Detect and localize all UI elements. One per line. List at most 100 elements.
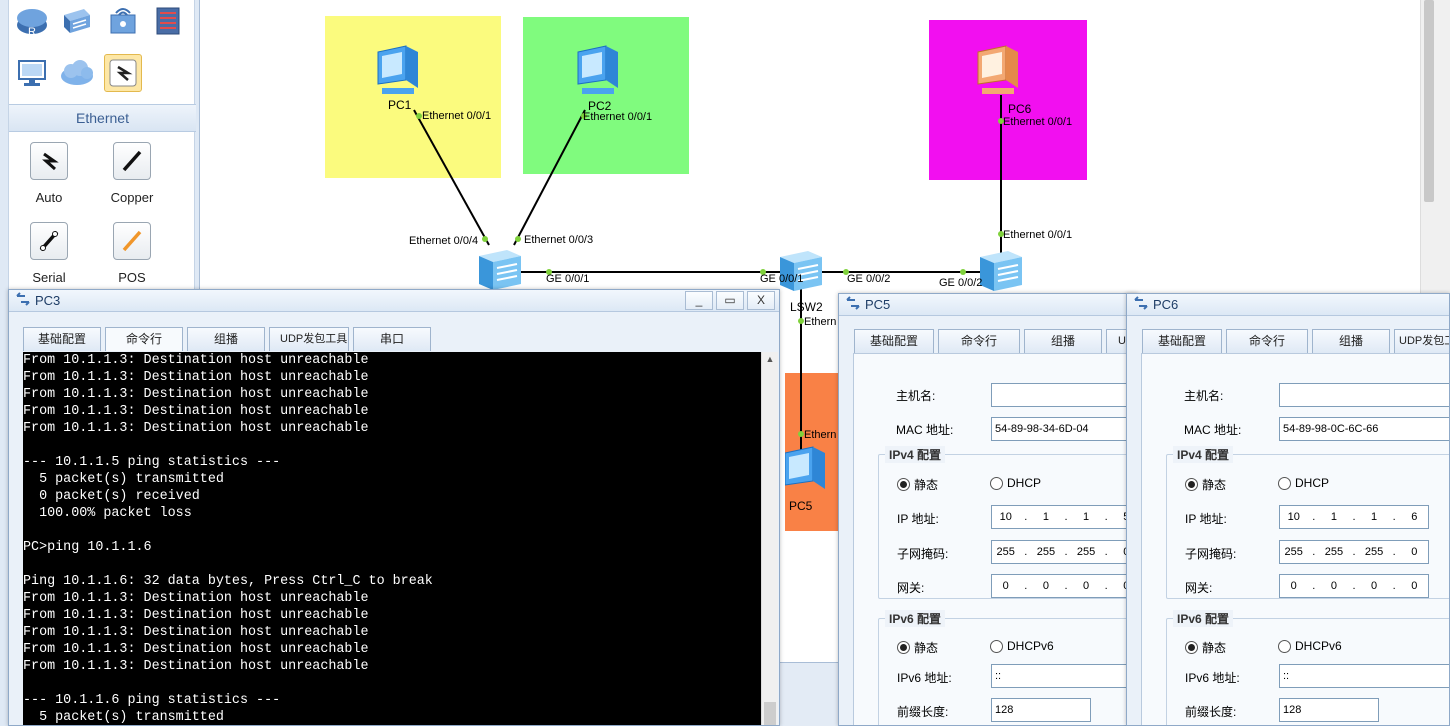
- dhcpv6-radio[interactable]: DHCPv6: [990, 639, 1054, 653]
- pc1-label: PC1: [388, 98, 412, 112]
- terminal-line: --- 10.1.1.6 ping statistics ---: [23, 693, 281, 708]
- ipv6-label: IPv6 地址:: [1185, 671, 1240, 685]
- ip-input[interactable]: 10. 1. 1. 6: [1279, 505, 1429, 529]
- cable-serial[interactable]: Serial: [14, 222, 84, 285]
- terminal-line: Ping 10.1.1.6: 32 data bytes, Press Ctrl…: [23, 574, 433, 589]
- switch-lsw1[interactable]: [477, 250, 523, 293]
- pc2-device[interactable]: [572, 44, 624, 101]
- radio-selected-icon: [1185, 641, 1198, 654]
- static-radio[interactable]: 静态: [1185, 476, 1226, 493]
- dhcpv6-radio[interactable]: DHCPv6: [1278, 639, 1342, 653]
- auto-cable-icon[interactable]: [30, 142, 68, 180]
- tab-udp-tool[interactable]: UDP发包工具: [269, 327, 349, 351]
- canvas-scrollbar[interactable]: [1420, 0, 1450, 300]
- terminal-output[interactable]: From 10.1.1.3: Destination host unreacha…: [23, 352, 761, 725]
- dhcpv6-label: DHCPv6: [1295, 639, 1342, 653]
- ipv6-input[interactable]: ::: [1279, 664, 1449, 688]
- terminal-line: --- 10.1.1.5 ping statistics ---: [23, 455, 281, 470]
- hostname-input[interactable]: [991, 383, 1137, 407]
- static6-radio[interactable]: 静态: [1185, 639, 1226, 656]
- radio-selected-icon: [897, 641, 910, 654]
- maximize-button[interactable]: ▭: [716, 291, 744, 310]
- tab-command-line[interactable]: 命令行: [1226, 329, 1308, 353]
- terminal-scrollbar[interactable]: ▲: [761, 352, 778, 725]
- scroll-thumb[interactable]: [764, 702, 776, 725]
- pc3-window[interactable]: PC3 _ ▭ X 基础配置 命令行 组播 UDP发包工具 串口 From 10…: [8, 289, 780, 726]
- tab-serial[interactable]: 串口: [353, 327, 431, 351]
- tab-command-line[interactable]: 命令行: [938, 329, 1020, 353]
- wireless-icon[interactable]: [104, 2, 142, 40]
- terminal-line: From 10.1.1.3: Destination host unreacha…: [23, 421, 369, 436]
- mask-input[interactable]: 255.255.255.0: [991, 540, 1137, 564]
- cable-pos[interactable]: POS: [97, 222, 167, 285]
- pc1-device[interactable]: [372, 44, 424, 101]
- dhcp-radio[interactable]: DHCP: [1278, 476, 1329, 490]
- switch-icon: [780, 251, 822, 291]
- pc6-label: PC6: [1008, 102, 1032, 116]
- minimize-button[interactable]: _: [685, 291, 713, 310]
- router-icon[interactable]: R: [13, 2, 51, 40]
- ipv6-input[interactable]: ::: [991, 664, 1137, 688]
- pc6-titlebar[interactable]: PC6: [1127, 294, 1449, 316]
- tab-command-line[interactable]: 命令行: [105, 327, 183, 351]
- tab-udp-tool[interactable]: UDP发包工: [1394, 329, 1449, 353]
- pc5-label: PC5: [789, 499, 813, 513]
- pc5-titlebar[interactable]: PC5: [839, 294, 1137, 316]
- cloud-icon[interactable]: [58, 54, 96, 92]
- serial-cable-icon[interactable]: [30, 222, 68, 260]
- static-radio[interactable]: 静态: [897, 476, 938, 493]
- terminal-line: From 10.1.1.3: Destination host unreacha…: [23, 625, 369, 640]
- mask-input[interactable]: 255.255.255.0: [1279, 540, 1429, 564]
- ip-input[interactable]: 10.1.1.5: [991, 505, 1137, 529]
- cable-auto[interactable]: Auto: [14, 142, 84, 205]
- terminal-line: 100.00% packet loss: [23, 506, 192, 521]
- pc6-window[interactable]: PC6 基础配置 命令行 组播 UDP发包工 主机名: MAC 地址: 54-8…: [1126, 293, 1450, 726]
- gateway-input[interactable]: 0.0.0.0: [1279, 574, 1429, 598]
- pc3-titlebar[interactable]: PC3: [9, 290, 779, 312]
- cable-copper[interactable]: Copper: [97, 142, 167, 205]
- tab-multicast[interactable]: 组播: [1312, 329, 1390, 353]
- tab-basic-config[interactable]: 基础配置: [23, 327, 101, 351]
- ipv6-title: IPv6 配置: [885, 610, 946, 627]
- mac-input[interactable]: 54-89-98-34-6D-04: [991, 417, 1137, 441]
- static6-radio[interactable]: 静态: [897, 639, 938, 656]
- prefix-input[interactable]: 128: [991, 698, 1091, 722]
- port-label: GE 0/0/2: [939, 277, 983, 289]
- ipv6-title: IPv6 配置: [1173, 610, 1234, 627]
- port-label: Ethernet 0/0/3: [524, 234, 594, 246]
- copper-cable-icon[interactable]: [113, 142, 151, 180]
- app-icon: [1133, 296, 1149, 313]
- ip-label: IP 地址:: [1185, 512, 1227, 526]
- mask-label: 子网掩码:: [1185, 547, 1237, 561]
- switch-icon[interactable]: [58, 2, 96, 40]
- switch-lsw3[interactable]: [978, 251, 1024, 294]
- tab-basic-config[interactable]: 基础配置: [854, 329, 934, 353]
- device-palette: R Ethernet Auto Copper Serial POS: [8, 0, 196, 300]
- close-button[interactable]: X: [747, 291, 775, 310]
- scroll-thumb[interactable]: [1424, 0, 1434, 202]
- dhcp-radio[interactable]: DHCP: [990, 476, 1041, 490]
- cable-label: POS: [118, 270, 146, 285]
- hostname-input[interactable]: [1279, 383, 1449, 407]
- port-label: Ethernet 0/0/1: [583, 111, 653, 123]
- tab-multicast[interactable]: 组播: [1024, 329, 1102, 353]
- port-label: Ethern: [804, 429, 837, 441]
- pc5-window[interactable]: PC5 基础配置 命令行 组播 UD 主机名: MAC 地址: 54-89-98…: [838, 293, 1138, 726]
- mac-input[interactable]: 54-89-98-0C-6C-66: [1279, 417, 1449, 441]
- radio-selected-icon: [897, 478, 910, 491]
- pc-icon[interactable]: [13, 54, 51, 92]
- pc5-device[interactable]: [784, 445, 829, 502]
- terminal-line: From 10.1.1.3: Destination host unreacha…: [23, 642, 369, 657]
- pos-cable-icon[interactable]: [113, 222, 151, 260]
- connection-icon[interactable]: [104, 54, 142, 92]
- tab-basic-config[interactable]: 基础配置: [1142, 329, 1222, 353]
- firewall-icon[interactable]: [149, 2, 187, 40]
- tab-multicast[interactable]: 组播: [187, 327, 265, 351]
- scroll-up-icon[interactable]: ▲: [762, 352, 778, 366]
- mac-label: MAC 地址:: [896, 423, 954, 437]
- pc6-device[interactable]: [972, 44, 1024, 101]
- prefix-input[interactable]: 128: [1279, 698, 1379, 722]
- gateway-input[interactable]: 0.0.0.0: [991, 574, 1137, 598]
